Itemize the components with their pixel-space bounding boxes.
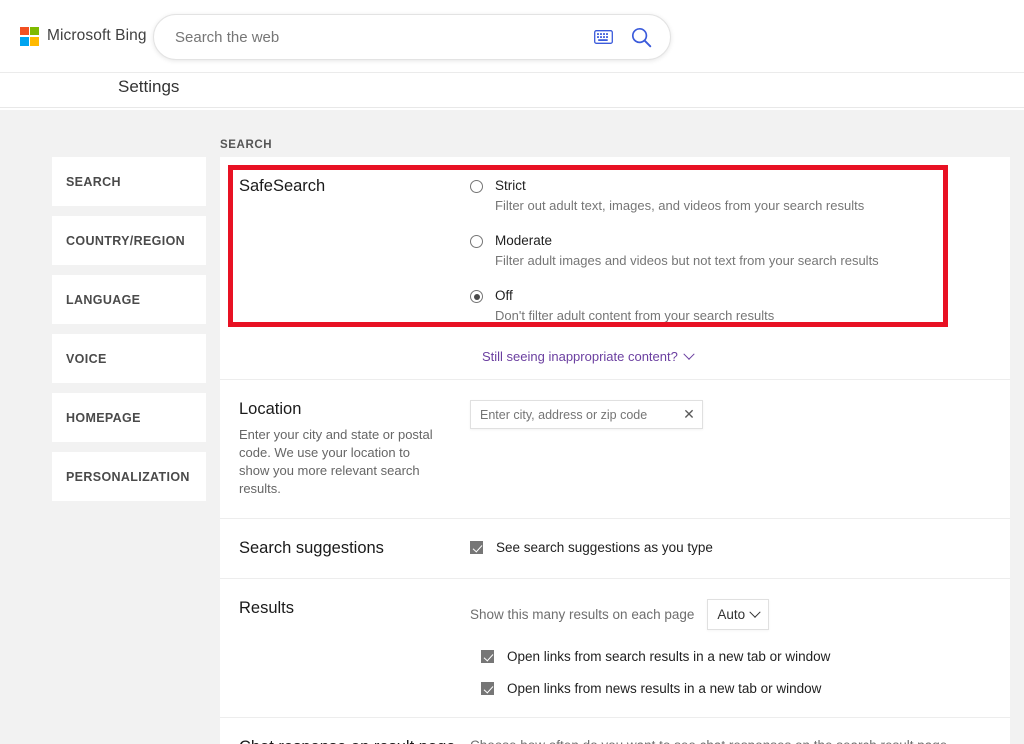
checkbox-label: Open links from search results in a new … bbox=[507, 649, 831, 664]
option-title: Moderate bbox=[495, 233, 553, 248]
sidebar-item-country-region[interactable]: COUNTRY/REGION bbox=[52, 216, 206, 265]
section-heading: SEARCH bbox=[220, 139, 273, 151]
radio-strict-icon[interactable] bbox=[470, 180, 483, 193]
sidebar-item-search[interactable]: SEARCH bbox=[52, 157, 206, 206]
sidebar-item-language[interactable]: LANGUAGE bbox=[52, 275, 206, 324]
brand-label: Microsoft Bing bbox=[47, 27, 147, 44]
safesearch-option-moderate[interactable]: Moderate Filter adult images and videos … bbox=[470, 232, 994, 270]
chat-response-description: Choose how often do you want to see chat… bbox=[470, 738, 994, 744]
option-description: Filter out adult text, images, and video… bbox=[495, 198, 865, 213]
sidebar-item-label: LANGUAGE bbox=[66, 292, 141, 307]
location-label: Location Enter your city and state or po… bbox=[220, 400, 470, 498]
radio-off-icon[interactable] bbox=[470, 290, 483, 303]
search-suggestions-body: See search suggestions as you type bbox=[470, 539, 1010, 558]
sidebar-item-personalization[interactable]: PERSONALIZATION bbox=[52, 452, 206, 501]
sidebar-item-label: COUNTRY/REGION bbox=[66, 233, 186, 248]
results-option-search-links[interactable]: Open links from search results in a new … bbox=[470, 648, 994, 665]
location-title: Location bbox=[239, 400, 302, 418]
search-suggestions-label: Search suggestions bbox=[239, 539, 384, 557]
search-box[interactable] bbox=[153, 14, 671, 60]
keyboard-icon[interactable] bbox=[584, 15, 622, 59]
bing-settings-page: Microsoft Bing Search the web Settings S… bbox=[0, 0, 1024, 744]
safesearch-options: Strict Filter out adult text, images, an… bbox=[470, 177, 1010, 325]
suggestions-checkbox-row[interactable]: See search suggestions as you type bbox=[470, 539, 994, 556]
location-input-wrapper[interactable]: ✕ bbox=[470, 400, 703, 429]
search-input[interactable] bbox=[154, 28, 584, 46]
checkbox-see-suggestions-icon[interactable] bbox=[470, 541, 483, 554]
radio-moderate-icon[interactable] bbox=[470, 235, 483, 248]
top-search-bar: Microsoft Bing bbox=[0, 0, 1024, 73]
close-icon[interactable]: ✕ bbox=[676, 401, 702, 428]
results-label: Results bbox=[239, 599, 295, 617]
chat-response-row: Chat response on result page Choose how … bbox=[220, 718, 1010, 744]
chat-response-label: Chat response on result page bbox=[220, 738, 470, 744]
results-per-page-line: Show this many results on each page Auto bbox=[470, 599, 994, 630]
option-title: Off bbox=[495, 288, 513, 303]
select-value: Auto bbox=[717, 607, 746, 622]
chevron-down-icon bbox=[683, 348, 695, 360]
search-suggestions-row: Search suggestions See search suggestion… bbox=[220, 519, 1010, 579]
safesearch-option-off[interactable]: Off Don't filter adult content from your… bbox=[470, 287, 994, 325]
sidebar-item-label: PERSONALIZATION bbox=[66, 469, 190, 484]
sidebar-item-label: SEARCH bbox=[66, 174, 121, 189]
bing-logo[interactable]: Microsoft Bing bbox=[20, 26, 147, 46]
settings-card: SafeSearch Strict Filter out adult text,… bbox=[220, 157, 1010, 744]
option-title: Strict bbox=[495, 178, 526, 193]
safesearch-row: SafeSearch Strict Filter out adult text,… bbox=[220, 157, 1010, 339]
settings-header-bar: Settings bbox=[0, 73, 1024, 108]
settings-body: SEARCH COUNTRY/REGION LANGUAGE VOICE HOM… bbox=[0, 110, 1024, 744]
safesearch-label: SafeSearch bbox=[239, 177, 326, 195]
option-description: Filter adult images and videos but not t… bbox=[495, 253, 879, 268]
chat-response-body: Choose how often do you want to see chat… bbox=[470, 738, 1010, 744]
chevron-down-icon bbox=[749, 606, 761, 618]
location-body: ✕ bbox=[470, 400, 1010, 498]
report-content-row: Still seeing inappropriate content? bbox=[220, 339, 1010, 380]
safesearch-option-strict[interactable]: Strict Filter out adult text, images, an… bbox=[470, 177, 994, 215]
results-per-page-select[interactable]: Auto bbox=[707, 599, 770, 630]
option-description: Don't filter adult content from your sea… bbox=[495, 308, 775, 323]
sidebar-item-label: VOICE bbox=[66, 351, 107, 366]
results-per-page-text: Show this many results on each page bbox=[470, 607, 695, 622]
still-seeing-inappropriate-content-link[interactable]: Still seeing inappropriate content? bbox=[482, 348, 695, 364]
sidebar-item-label: HOMEPAGE bbox=[66, 410, 141, 425]
results-option-news-links[interactable]: Open links from news results in a new ta… bbox=[470, 680, 994, 697]
sidebar-item-voice[interactable]: VOICE bbox=[52, 334, 206, 383]
checkbox-open-search-links-icon[interactable] bbox=[481, 650, 494, 663]
location-row: Location Enter your city and state or po… bbox=[220, 380, 1010, 519]
location-description: Enter your city and state or postal code… bbox=[239, 427, 433, 496]
checkbox-label: See search suggestions as you type bbox=[496, 540, 713, 555]
location-input[interactable] bbox=[471, 406, 676, 423]
settings-sidebar: SEARCH COUNTRY/REGION LANGUAGE VOICE HOM… bbox=[52, 157, 206, 511]
page-title: Settings bbox=[118, 77, 180, 96]
results-row: Results Show this many results on each p… bbox=[220, 579, 1010, 718]
sidebar-item-homepage[interactable]: HOMEPAGE bbox=[52, 393, 206, 442]
checkbox-label: Open links from news results in a new ta… bbox=[507, 681, 822, 696]
link-label: Still seeing inappropriate content? bbox=[482, 349, 678, 364]
search-icon[interactable] bbox=[622, 15, 660, 59]
checkbox-open-news-links-icon[interactable] bbox=[481, 682, 494, 695]
results-body: Show this many results on each page Auto… bbox=[470, 599, 1010, 697]
microsoft-logo-icon bbox=[20, 26, 39, 46]
